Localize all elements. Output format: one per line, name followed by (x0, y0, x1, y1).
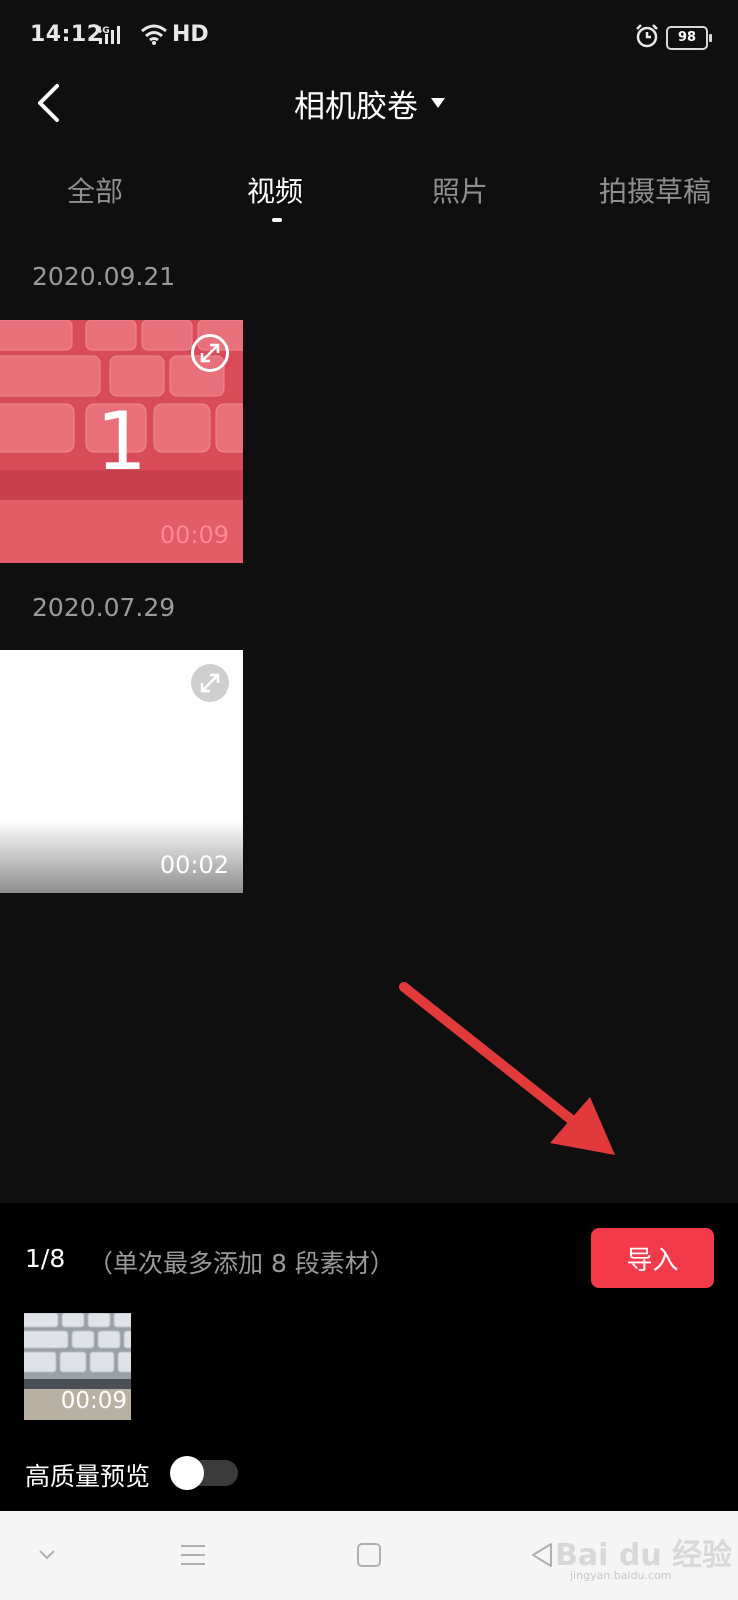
video-thumbnail[interactable]: 1 00:09 (0, 320, 243, 563)
watermark-logo: Bai du 经验 (555, 1538, 733, 1573)
selection-hint: （单次最多添加 8 段素材） (88, 1249, 395, 1278)
tab-video[interactable]: 视频 (220, 170, 330, 214)
nav-recents-button[interactable] (168, 1530, 218, 1580)
battery-level: 98 (677, 30, 697, 45)
video-thumbnail[interactable]: 00:02 (0, 650, 243, 893)
chevron-down-icon (39, 1550, 55, 1560)
album-selector[interactable]: 相机胶卷 (260, 80, 480, 126)
active-tab-indicator (272, 218, 282, 222)
toggle-knob (170, 1456, 204, 1490)
expand-icon[interactable] (191, 664, 229, 702)
annotation-arrow-icon (399, 982, 615, 1155)
tab-all[interactable]: 全部 (40, 170, 150, 214)
page-title: 相机胶卷 (294, 88, 418, 125)
home-square-icon (357, 1543, 381, 1567)
back-button[interactable] (28, 78, 68, 128)
caret-down-icon (431, 98, 445, 108)
back-triangle-icon (532, 1543, 552, 1567)
import-button[interactable]: 导入 (591, 1228, 714, 1288)
wifi-icon (140, 24, 168, 50)
hq-preview-toggle[interactable] (170, 1456, 238, 1490)
hd-indicator: HD (172, 22, 209, 47)
clip-duration: 00:09 (60, 1388, 127, 1414)
battery-icon: 98 (666, 26, 712, 50)
watermark-url: jingyan.baidu.com (570, 1569, 672, 1582)
date-header: 2020.07.29 (32, 593, 176, 622)
video-duration: 00:02 (159, 851, 229, 879)
selection-count: 1/8 (25, 1244, 66, 1273)
video-duration: 00:09 (159, 521, 229, 549)
alarm-icon (634, 24, 660, 52)
nav-collapse-button[interactable] (22, 1530, 72, 1580)
nav-home-button[interactable] (344, 1530, 394, 1580)
signal-icon: 4G (96, 24, 130, 50)
status-time: 14:12 (30, 22, 103, 47)
menu-icon (181, 1545, 205, 1565)
selected-clip-thumbnail[interactable]: 00:09 (24, 1313, 131, 1420)
date-header: 2020.09.21 (32, 262, 176, 291)
chevron-left-icon (38, 84, 59, 122)
tab-drafts[interactable]: 拍摄草稿 (580, 170, 730, 214)
tab-photo[interactable]: 照片 (405, 170, 515, 214)
hq-preview-label: 高质量预览 (25, 1462, 151, 1491)
expand-icon[interactable] (191, 334, 229, 372)
